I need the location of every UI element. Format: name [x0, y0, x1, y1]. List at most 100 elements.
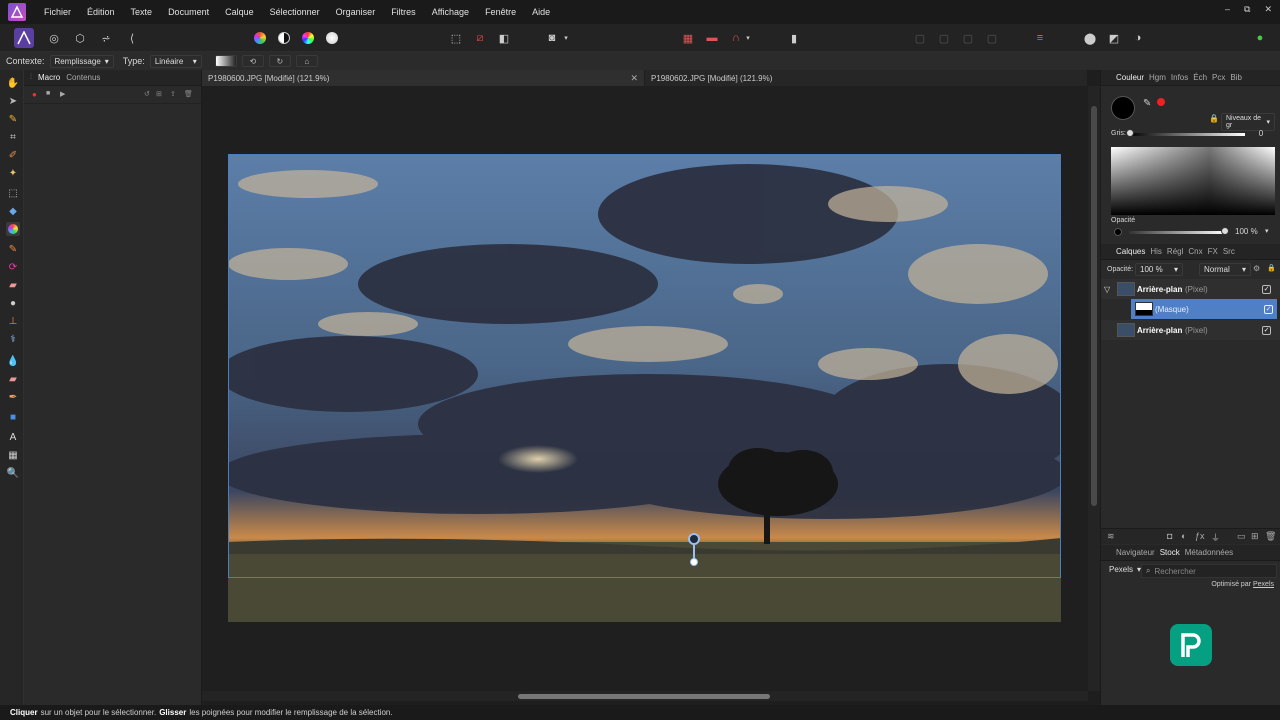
layer-opacity-dropdown[interactable]: 100 % ▾	[1135, 263, 1183, 276]
reverse-gradient-icon[interactable]: ⟲	[241, 55, 264, 67]
menu-organiser[interactable]: Organiser	[336, 7, 376, 17]
mask-layer-icon[interactable]: ◘	[1167, 531, 1172, 541]
stop-icon[interactable]: ■	[46, 90, 50, 97]
layer-stack-icon[interactable]: ≋	[1107, 531, 1115, 542]
tab-pcx[interactable]: Pcx	[1212, 73, 1225, 82]
adjustment-icon[interactable]: ◐	[1181, 531, 1186, 541]
tab-navigateur[interactable]: Navigateur	[1116, 548, 1155, 557]
add-macro-icon[interactable]: ⊞	[156, 90, 162, 98]
flood-fill-tool-icon[interactable]: ◆	[6, 204, 20, 218]
group-icon[interactable]: ▭	[1237, 531, 1246, 542]
quick-mask-icon[interactable]: ◙	[542, 28, 562, 48]
vertical-scroll-thumb[interactable]	[1091, 106, 1097, 506]
tab-fx[interactable]: FX	[1208, 247, 1218, 256]
red-eye-tool-icon[interactable]: ▰	[6, 372, 20, 386]
selection-brush-tool-icon[interactable]: ✐	[6, 148, 20, 162]
menu-document[interactable]: Document	[168, 7, 209, 17]
menu-filtres[interactable]: Filtres	[391, 7, 416, 17]
tab-regl[interactable]: Régl	[1167, 247, 1183, 256]
blur-tool-icon[interactable]: 💧	[6, 354, 20, 368]
tone-mapping-persona-icon[interactable]: ⩫	[96, 28, 116, 48]
opacity-value[interactable]: 100 %	[1235, 227, 1258, 236]
live-filter-icon[interactable]: ⏚	[1211, 531, 1220, 544]
tab-stock[interactable]: Stock	[1160, 548, 1180, 557]
tab-metadonnees[interactable]: Métadonnées	[1185, 548, 1233, 557]
auto-white-balance-icon[interactable]	[322, 28, 342, 48]
account-icon[interactable]: ●	[1250, 28, 1270, 48]
tab-infos[interactable]: Infos	[1171, 73, 1188, 82]
opacity-slider-thumb[interactable]	[1221, 227, 1229, 235]
color-replacement-tool-icon[interactable]: ⟳	[6, 260, 20, 274]
document-tab-1[interactable]: P1980600.JPG [Modifié] (121.9%) ✕	[202, 70, 645, 86]
stock-source-dropdown[interactable]: Pexels ▾	[1105, 564, 1141, 575]
tab-calques[interactable]: Calques	[1116, 247, 1145, 256]
layer-row-background-1[interactable]: ▽ Arrière-plan (Pixel) ✓	[1101, 279, 1280, 299]
tab-macro[interactable]: Macro	[38, 73, 60, 82]
crop-tool-icon[interactable]: ⌗	[6, 130, 20, 144]
context-mode-dropdown[interactable]: Remplissage ▾	[49, 54, 114, 68]
chevron-down-icon[interactable]: ▾	[1265, 227, 1269, 235]
photo-persona-icon[interactable]	[14, 28, 34, 48]
healing-tool-icon[interactable]: ⚕	[6, 332, 20, 346]
import-macro-icon[interactable]: ⇪	[170, 90, 176, 98]
flood-select-tool-icon[interactable]: ✦	[6, 166, 20, 180]
grid-snap-icon[interactable]: ▦	[678, 28, 698, 48]
pexels-link[interactable]: Pexels	[1253, 581, 1274, 588]
rotate-gradient-icon[interactable]: ↻	[268, 55, 291, 67]
stroke-color-swatch[interactable]	[1157, 98, 1165, 106]
menu-fenetre[interactable]: Fenêtre	[485, 7, 516, 17]
add-shape-icon[interactable]: ⬤	[1080, 28, 1100, 48]
layer-row-background-2[interactable]: Arrière-plan (Pixel) ✓	[1101, 320, 1280, 340]
assistant-icon[interactable]: ▬	[702, 28, 722, 48]
menu-affichage[interactable]: Affichage	[432, 7, 469, 17]
text-tool-icon[interactable]: A	[6, 430, 20, 444]
auto-colors-icon[interactable]	[298, 28, 318, 48]
marquee-tool-icon[interactable]: ⬚	[6, 186, 20, 200]
gray-value[interactable]: 0	[1251, 129, 1271, 138]
gradient-start-handle[interactable]	[688, 533, 700, 545]
layer-visibility-checkbox[interactable]: ✓	[1264, 304, 1273, 314]
gear-icon[interactable]: ⚙	[1253, 264, 1260, 273]
gradient-tool-icon[interactable]	[6, 222, 20, 236]
tab-hgm[interactable]: Hgm	[1149, 73, 1166, 82]
affinity-photo-logo-icon[interactable]	[8, 3, 26, 21]
pen-tool-icon[interactable]: ✒	[6, 390, 20, 404]
tab-contenus[interactable]: Contenus	[66, 73, 100, 82]
clear-macro-icon[interactable]: ↺	[144, 90, 150, 98]
fill-type-dropdown[interactable]: Linéaire ▾	[149, 54, 202, 68]
chevron-down-icon[interactable]: ▾	[742, 28, 754, 48]
opacity-slider[interactable]	[1129, 231, 1225, 234]
arrange-back-icon[interactable]: ▢	[910, 28, 930, 48]
gradient-end-handle[interactable]	[690, 558, 698, 566]
move-tool-icon[interactable]: ➤	[6, 94, 20, 108]
color-picker-tool-icon[interactable]: ✎	[6, 112, 20, 126]
menu-selectionner[interactable]: Sélectionner	[270, 7, 320, 17]
chevron-down-icon[interactable]: ▾	[560, 28, 572, 48]
document-tab-2[interactable]: P1980602.JPG [Modifié] (121.9%)	[645, 70, 1088, 86]
blend-mode-dropdown[interactable]: Normal ▾	[1199, 263, 1251, 276]
layer-visibility-checkbox[interactable]: ✓	[1262, 325, 1271, 335]
minimize-icon[interactable]: –	[1225, 4, 1230, 15]
insert-behind-icon[interactable]: ▮	[784, 28, 804, 48]
delete-macro-icon[interactable]: 🗑	[184, 90, 193, 98]
fx-icon[interactable]: ƒx	[1195, 531, 1205, 541]
zoom-tool-icon[interactable]: 🔍	[6, 466, 20, 480]
play-icon[interactable]: ▶	[60, 90, 65, 98]
intersect-shape-icon[interactable]: ◩	[1104, 28, 1124, 48]
lock-fill-icon[interactable]: ⌂	[295, 55, 318, 67]
close-tab-icon[interactable]: ✕	[630, 73, 638, 84]
arrange-front-icon[interactable]: ▢	[982, 28, 1002, 48]
horizontal-scroll-thumb[interactable]	[518, 694, 770, 699]
arrange-forward-icon[interactable]: ▢	[958, 28, 978, 48]
auto-levels-icon[interactable]	[250, 28, 270, 48]
horizontal-scrollbar[interactable]	[202, 691, 1088, 701]
menu-aide[interactable]: Aide	[532, 7, 550, 17]
gray-slider-thumb[interactable]	[1126, 129, 1134, 137]
tab-ech[interactable]: Éch	[1193, 73, 1207, 82]
delete-layer-icon[interactable]: 🗑	[1265, 531, 1276, 542]
gradient-swatch[interactable]	[214, 55, 237, 67]
tab-cnx[interactable]: Cnx	[1188, 247, 1202, 256]
lock-icon[interactable]: 🔒	[1209, 114, 1219, 123]
gray-slider[interactable]	[1129, 133, 1245, 136]
develop-persona-icon[interactable]: ⬡	[70, 28, 90, 48]
